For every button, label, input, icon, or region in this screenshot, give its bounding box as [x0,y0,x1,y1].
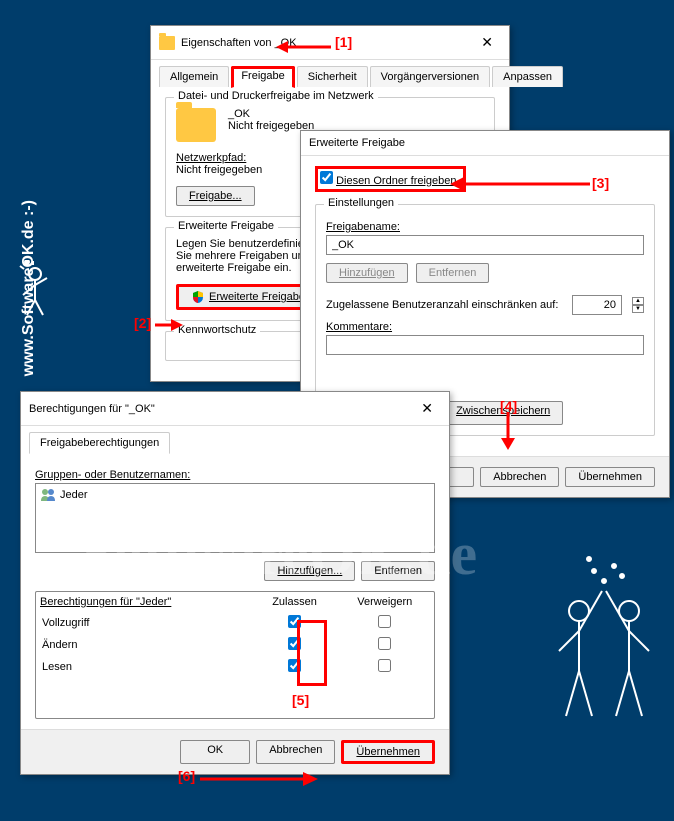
ok-button[interactable]: OK [180,740,250,764]
titlebar[interactable]: Erweiterte Freigabe [301,131,669,156]
tab-allgemein[interactable]: Allgemein [159,66,229,87]
stick-figure-highfive [544,551,664,731]
allow-read-checkbox[interactable] [288,659,301,672]
arrow-3 [450,176,595,195]
sharename-input[interactable] [326,235,644,255]
perm-label: Ändern [36,634,253,656]
dialog-title: Erweiterte Freigabe [309,137,661,149]
share-folder-checkbox-label[interactable]: Diesen Ordner freigeben [320,175,457,187]
tab-share-permissions[interactable]: Freigabeberechtigungen [29,432,170,454]
permissions-table-box: Berechtigungen für "Jeder" Zulassen Verw… [35,591,435,719]
spin-up-icon[interactable]: ▲ [632,297,644,305]
tab-anpassen[interactable]: Anpassen [492,66,563,87]
users-icon [40,488,56,502]
users-listbox[interactable]: Jeder [35,483,435,553]
titlebar[interactable]: Berechtigungen für "_OK" ✕ [21,392,449,426]
annotation-5: [5] [292,692,309,708]
allow-change-checkbox[interactable] [288,637,301,650]
tabs: Allgemein Freigabe Sicherheit Vorgängerv… [151,60,509,87]
apply-button[interactable]: Übernehmen [565,467,655,487]
allow-full-checkbox[interactable] [288,615,301,628]
folder-name: _OK [228,108,314,120]
arrow-2 [155,318,185,335]
item-label: Jeder [60,489,88,501]
apply-button[interactable]: Übernehmen [341,740,435,764]
comments-input[interactable] [326,335,644,355]
group-legend: Kennwortschutz [174,324,260,336]
arrow-1 [276,37,336,60]
group-legend: Erweiterte Freigabe [174,220,278,232]
add-button: Hinzufügen [326,263,408,283]
deny-full-checkbox[interactable] [378,615,391,628]
cancel-button[interactable]: Abbrechen [256,740,335,764]
arrow-6 [200,770,320,791]
share-button[interactable]: Freigabe... [176,186,255,206]
perm-row-read: Lesen [36,656,434,678]
close-icon[interactable]: ✕ [473,32,501,53]
perms-for-label: Berechtigungen für "Jeder" [40,596,171,608]
arrow-4 [498,412,518,455]
add-user-button[interactable]: Hinzufügen... [264,561,355,581]
tab-sicherheit[interactable]: Sicherheit [297,66,368,87]
deny-read-checkbox[interactable] [378,659,391,672]
tabs: Freigabeberechtigungen [21,426,449,453]
remove-user-button[interactable]: Entfernen [361,561,435,581]
spin-down-icon[interactable]: ▼ [632,305,644,313]
max-users-label: Zugelassene Benutzeranzahl einschränken … [326,299,562,311]
dialog-title: Berechtigungen für "_OK" [29,403,413,415]
shield-icon [191,290,205,304]
col-deny: Verweigern [336,592,434,612]
comments-label: Kommentare: [326,321,644,333]
perm-label: Vollzugriff [36,612,253,634]
group-legend: Datei- und Druckerfreigabe im Netzwerk [174,90,378,102]
annotation-6: [6] [178,768,195,784]
deny-change-checkbox[interactable] [378,637,391,650]
share-folder-highlight: Diesen Ordner freigeben [315,166,466,192]
annotation-2: [2] [134,315,151,331]
perm-row-change: Ändern [36,634,434,656]
max-users-input[interactable] [572,295,622,315]
list-item-everyone[interactable]: Jeder [39,487,431,503]
tab-freigabe[interactable]: Freigabe [231,66,294,88]
annotation-1: [1] [335,34,352,50]
remove-button: Entfernen [416,263,490,283]
group-legend: Einstellungen [324,197,398,209]
sharename-label: Freigabename: [326,221,644,233]
groups-users-label: Gruppen- oder Benutzernamen: [35,469,435,481]
share-folder-checkbox[interactable] [320,171,333,184]
tab-vorgaenger[interactable]: Vorgängerversionen [370,66,490,87]
permissions-dialog: Berechtigungen für "_OK" ✕ Freigabeberec… [20,391,450,775]
cancel-button[interactable]: Abbrechen [480,467,559,487]
perm-label: Lesen [36,656,253,678]
folder-icon-large [176,108,216,142]
col-allow: Zulassen [253,592,335,612]
stick-figure-idea [15,260,55,320]
close-icon[interactable]: ✕ [413,398,441,419]
folder-icon [159,36,175,50]
perm-row-full: Vollzugriff [36,612,434,634]
